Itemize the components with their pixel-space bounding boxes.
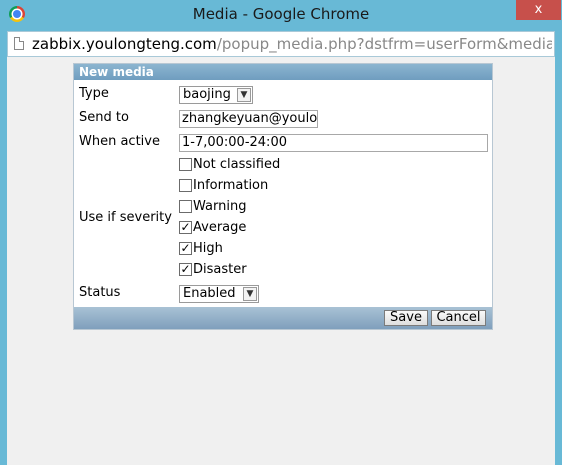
type-label: Type: [79, 86, 109, 101]
send-to-label: Send to: [79, 110, 129, 125]
checkmark-icon[interactable]: ✓: [179, 263, 192, 276]
checkbox[interactable]: [179, 200, 192, 213]
status-select[interactable]: Enabled ▼: [179, 285, 259, 303]
send-to-input[interactable]: zhangkeyuan@youlon: [179, 110, 318, 128]
type-select-value: baojing: [183, 87, 231, 102]
type-select[interactable]: baojing ▼: [179, 86, 253, 104]
url-text[interactable]: zabbix.youlongteng.com/popup_media.php?d…: [32, 35, 552, 53]
page-icon: [14, 37, 24, 50]
form-header: New media: [74, 64, 492, 80]
url-host: zabbix.youlongteng.com: [32, 35, 217, 53]
save-button[interactable]: Save: [384, 310, 428, 326]
chevron-down-icon: ▼: [243, 287, 257, 301]
checkbox[interactable]: [179, 158, 192, 171]
checkbox-label: Information: [193, 178, 269, 193]
severity-label: Use if severity: [79, 210, 172, 225]
checkbox-label: Warning: [193, 199, 247, 214]
status-select-value: Enabled: [183, 286, 236, 301]
page-content: New media Type baojing ▼ Send to zhangke…: [7, 57, 555, 465]
checkmark-icon[interactable]: ✓: [179, 221, 192, 234]
checkbox-label: Disaster: [193, 262, 247, 277]
status-label: Status: [79, 285, 121, 300]
when-active-label: When active: [79, 134, 160, 149]
title-bar[interactable]: Media - Google Chrome x: [0, 0, 562, 30]
checkmark-icon[interactable]: ✓: [179, 242, 192, 255]
new-media-form: New media Type baojing ▼ Send to zhangke…: [73, 63, 493, 330]
browser-window: Media - Google Chrome x zabbix.youlongte…: [0, 0, 562, 465]
window-title: Media - Google Chrome: [192, 5, 370, 23]
checkbox[interactable]: [179, 179, 192, 192]
close-button[interactable]: x: [516, 0, 561, 20]
checkbox-label: High: [193, 241, 223, 256]
checkbox-label: Not classified: [193, 157, 281, 172]
url-path: /popup_media.php?dstfrm=userForm&media=0…: [216, 35, 552, 53]
form-footer: Save Cancel: [74, 307, 492, 329]
address-bar[interactable]: zabbix.youlongteng.com/popup_media.php?d…: [7, 31, 555, 57]
when-active-input[interactable]: 1-7,00:00-24:00: [179, 134, 488, 152]
chevron-down-icon: ▼: [237, 88, 251, 102]
checkbox-label: Average: [193, 220, 247, 235]
cancel-button[interactable]: Cancel: [431, 310, 486, 326]
